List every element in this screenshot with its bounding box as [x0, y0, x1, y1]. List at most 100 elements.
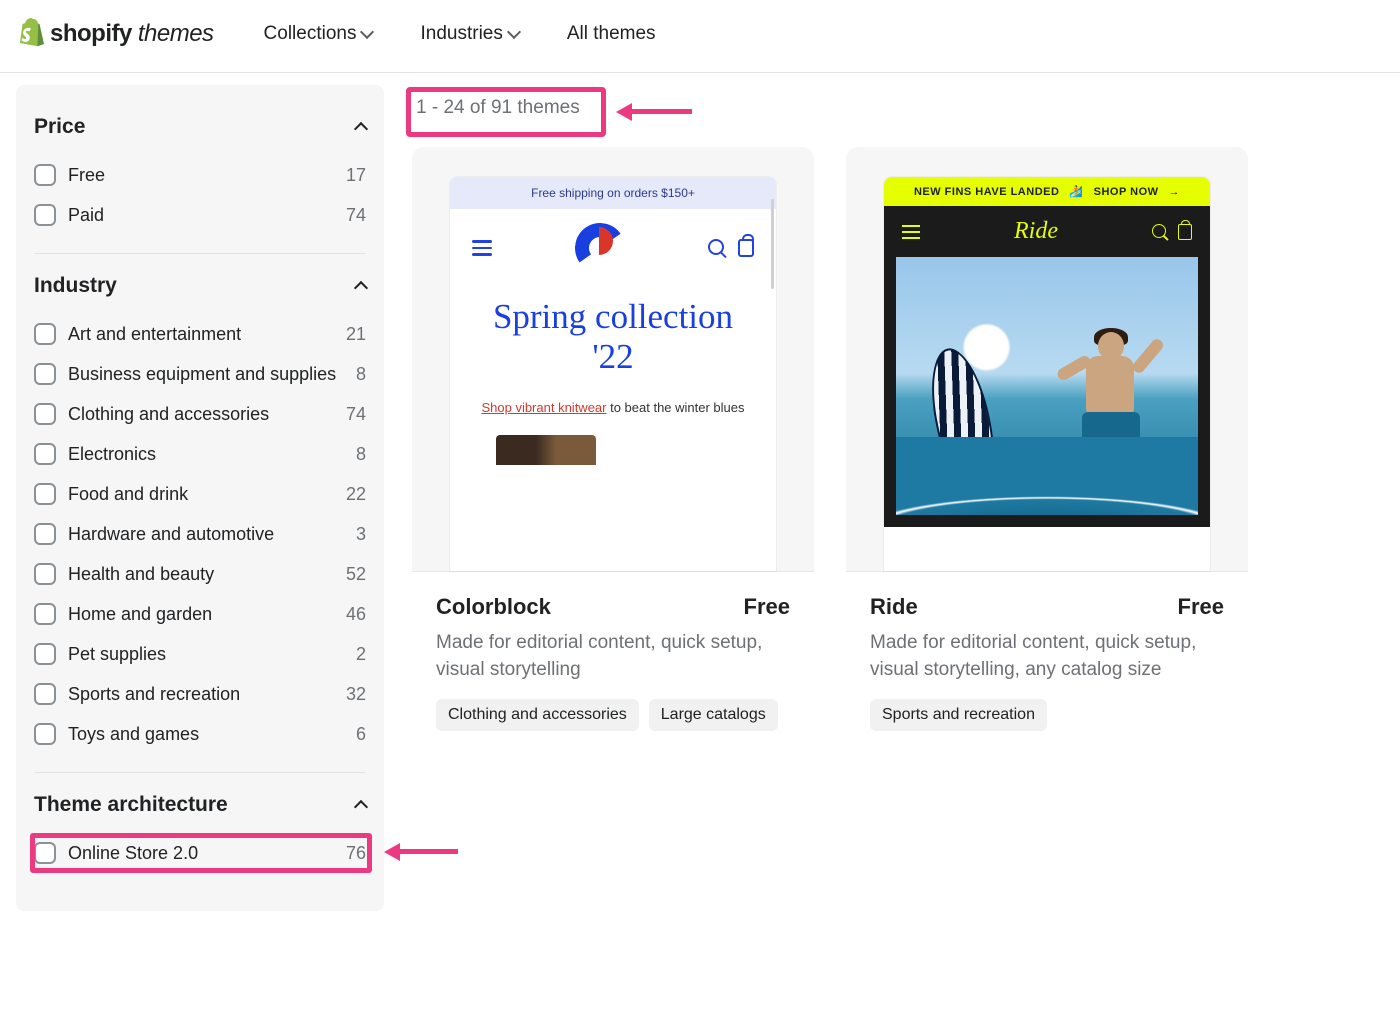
filter-label: Business equipment and supplies [68, 364, 344, 385]
filter-option[interactable]: Art and entertainment 21 [34, 314, 366, 354]
filter-label: Toys and games [68, 724, 344, 745]
filter-group-industry: Industry Art and entertainment21Business… [34, 253, 366, 772]
preview-image-placeholder [496, 435, 596, 465]
brand-light: themes [138, 20, 214, 48]
theme-card-ride[interactable]: NEW FINS HAVE LANDED 🏄 SHOP NOW → Ride [846, 147, 1248, 779]
filter-label: Online Store 2.0 [68, 843, 334, 864]
filter-option[interactable]: Toys and games 6 [34, 714, 366, 754]
filter-count: 6 [356, 724, 366, 745]
filter-option-free[interactable]: Free 17 [34, 155, 366, 195]
preview-logo-icon [575, 223, 625, 273]
filter-option[interactable]: Food and drink 22 [34, 474, 366, 514]
filter-count: 2 [356, 644, 366, 665]
checkbox-icon[interactable] [34, 164, 56, 186]
theme-tag[interactable]: Clothing and accessories [436, 699, 639, 731]
preview-hero-image [896, 257, 1198, 515]
preview-nav [450, 209, 776, 287]
filter-count: 8 [356, 444, 366, 465]
nav-link-label: Collections [264, 23, 357, 45]
nav-link-label: Industries [420, 23, 502, 45]
chevron-up-icon [354, 122, 368, 136]
checkbox-icon[interactable] [34, 842, 56, 864]
filters-sidebar: Price Free 17 Paid 74 Industry Art and e… [16, 85, 384, 911]
checkbox-icon[interactable] [34, 204, 56, 226]
checkbox-icon[interactable] [34, 443, 56, 465]
filter-label: Art and entertainment [68, 324, 334, 345]
filter-option[interactable]: Sports and recreation32 [34, 674, 366, 714]
filter-count: 52 [346, 564, 366, 585]
checkbox-icon[interactable] [34, 723, 56, 745]
filter-toggle-theme-architecture[interactable]: Theme architecture [34, 793, 366, 817]
filter-group-theme-architecture: Theme architecture Online Store 2.0 76 [34, 772, 366, 891]
filter-option-paid[interactable]: Paid 74 [34, 195, 366, 235]
filter-label: Health and beauty [68, 564, 334, 585]
bag-icon [738, 239, 754, 257]
filter-option[interactable]: Business equipment and supplies 8 [34, 354, 366, 394]
filter-option[interactable]: Home and garden46 [34, 594, 366, 634]
results-area: 1 - 24 of 91 themes Free shipping on ord… [412, 73, 1384, 911]
filter-count: 74 [346, 404, 366, 425]
top-nav: shopify themes Collections Industries Al… [0, 0, 1400, 73]
nav-collections[interactable]: Collections [264, 23, 373, 45]
preview-logo: Ride [1014, 218, 1058, 245]
brand-logo[interactable]: shopify themes [16, 18, 214, 50]
filter-count: 76 [346, 843, 366, 864]
theme-card-colorblock[interactable]: Free shipping on orders $150+ Spring col… [412, 147, 814, 779]
theme-desc: Made for editorial content, quick setup,… [436, 630, 790, 683]
theme-desc: Made for editorial content, quick setup,… [870, 630, 1224, 683]
checkbox-icon[interactable] [34, 323, 56, 345]
chevron-up-icon [354, 281, 368, 295]
search-icon [708, 239, 724, 255]
preview-sub-rest: to beat the winter blues [606, 400, 744, 415]
theme-tag[interactable]: Sports and recreation [870, 699, 1047, 731]
checkbox-icon[interactable] [34, 363, 56, 385]
filter-label: Free [68, 165, 334, 186]
filter-toggle-price[interactable]: Price [34, 115, 366, 139]
checkbox-icon[interactable] [34, 483, 56, 505]
results-count: 1 - 24 of 91 themes [412, 85, 584, 147]
filter-option[interactable]: Clothing and accessories 74 [34, 394, 366, 434]
filter-count: 22 [346, 484, 366, 505]
filter-count: 8 [356, 364, 366, 385]
checkbox-icon[interactable] [34, 563, 56, 585]
filter-option[interactable]: Pet supplies 2 [34, 634, 366, 674]
nav-link-label: All themes [567, 23, 656, 45]
filter-group-price: Price Free 17 Paid 74 [34, 95, 366, 253]
brand-bold: shopify [50, 20, 132, 48]
filter-label: Paid [68, 205, 334, 226]
preview-banner-cta: SHOP NOW [1094, 186, 1159, 198]
nav-industries[interactable]: Industries [420, 23, 518, 45]
filter-option[interactable]: Hardware and automotive3 [34, 514, 366, 554]
chevron-down-icon [360, 25, 374, 39]
chevron-up-icon [354, 800, 368, 814]
theme-price: Free [744, 594, 790, 620]
filter-title: Theme architecture [34, 793, 228, 817]
theme-preview: Free shipping on orders $150+ Spring col… [450, 177, 776, 571]
nav-all-themes[interactable]: All themes [567, 23, 656, 45]
filter-option[interactable]: Health and beauty 52 [34, 554, 366, 594]
filter-toggle-industry[interactable]: Industry [34, 274, 366, 298]
filter-label: Clothing and accessories [68, 404, 334, 425]
filter-label: Hardware and automotive [68, 524, 344, 545]
preview-hero [884, 257, 1210, 527]
filter-count: 21 [346, 324, 366, 345]
checkbox-icon[interactable] [34, 523, 56, 545]
preview-sub-link: Shop vibrant knitwear [481, 400, 606, 415]
theme-tag[interactable]: Large catalogs [649, 699, 778, 731]
chevron-down-icon [507, 25, 521, 39]
preview-subtext: Shop vibrant knitwear to beat the winter… [474, 400, 752, 415]
preview-nav: Ride [884, 206, 1210, 257]
checkbox-icon[interactable] [34, 403, 56, 425]
filter-label: Pet supplies [68, 644, 344, 665]
checkbox-icon[interactable] [34, 683, 56, 705]
card-body: Ride Free Made for editorial content, qu… [846, 571, 1248, 779]
filter-option[interactable]: Electronics8 [34, 434, 366, 474]
hamburger-icon [472, 236, 492, 260]
search-icon [1152, 224, 1166, 238]
checkbox-icon[interactable] [34, 643, 56, 665]
hamburger-icon [902, 221, 920, 243]
filter-option-online-store-2[interactable]: Online Store 2.0 76 [34, 833, 366, 873]
checkbox-icon[interactable] [34, 603, 56, 625]
filter-count: 17 [346, 165, 366, 186]
filter-label: Food and drink [68, 484, 334, 505]
